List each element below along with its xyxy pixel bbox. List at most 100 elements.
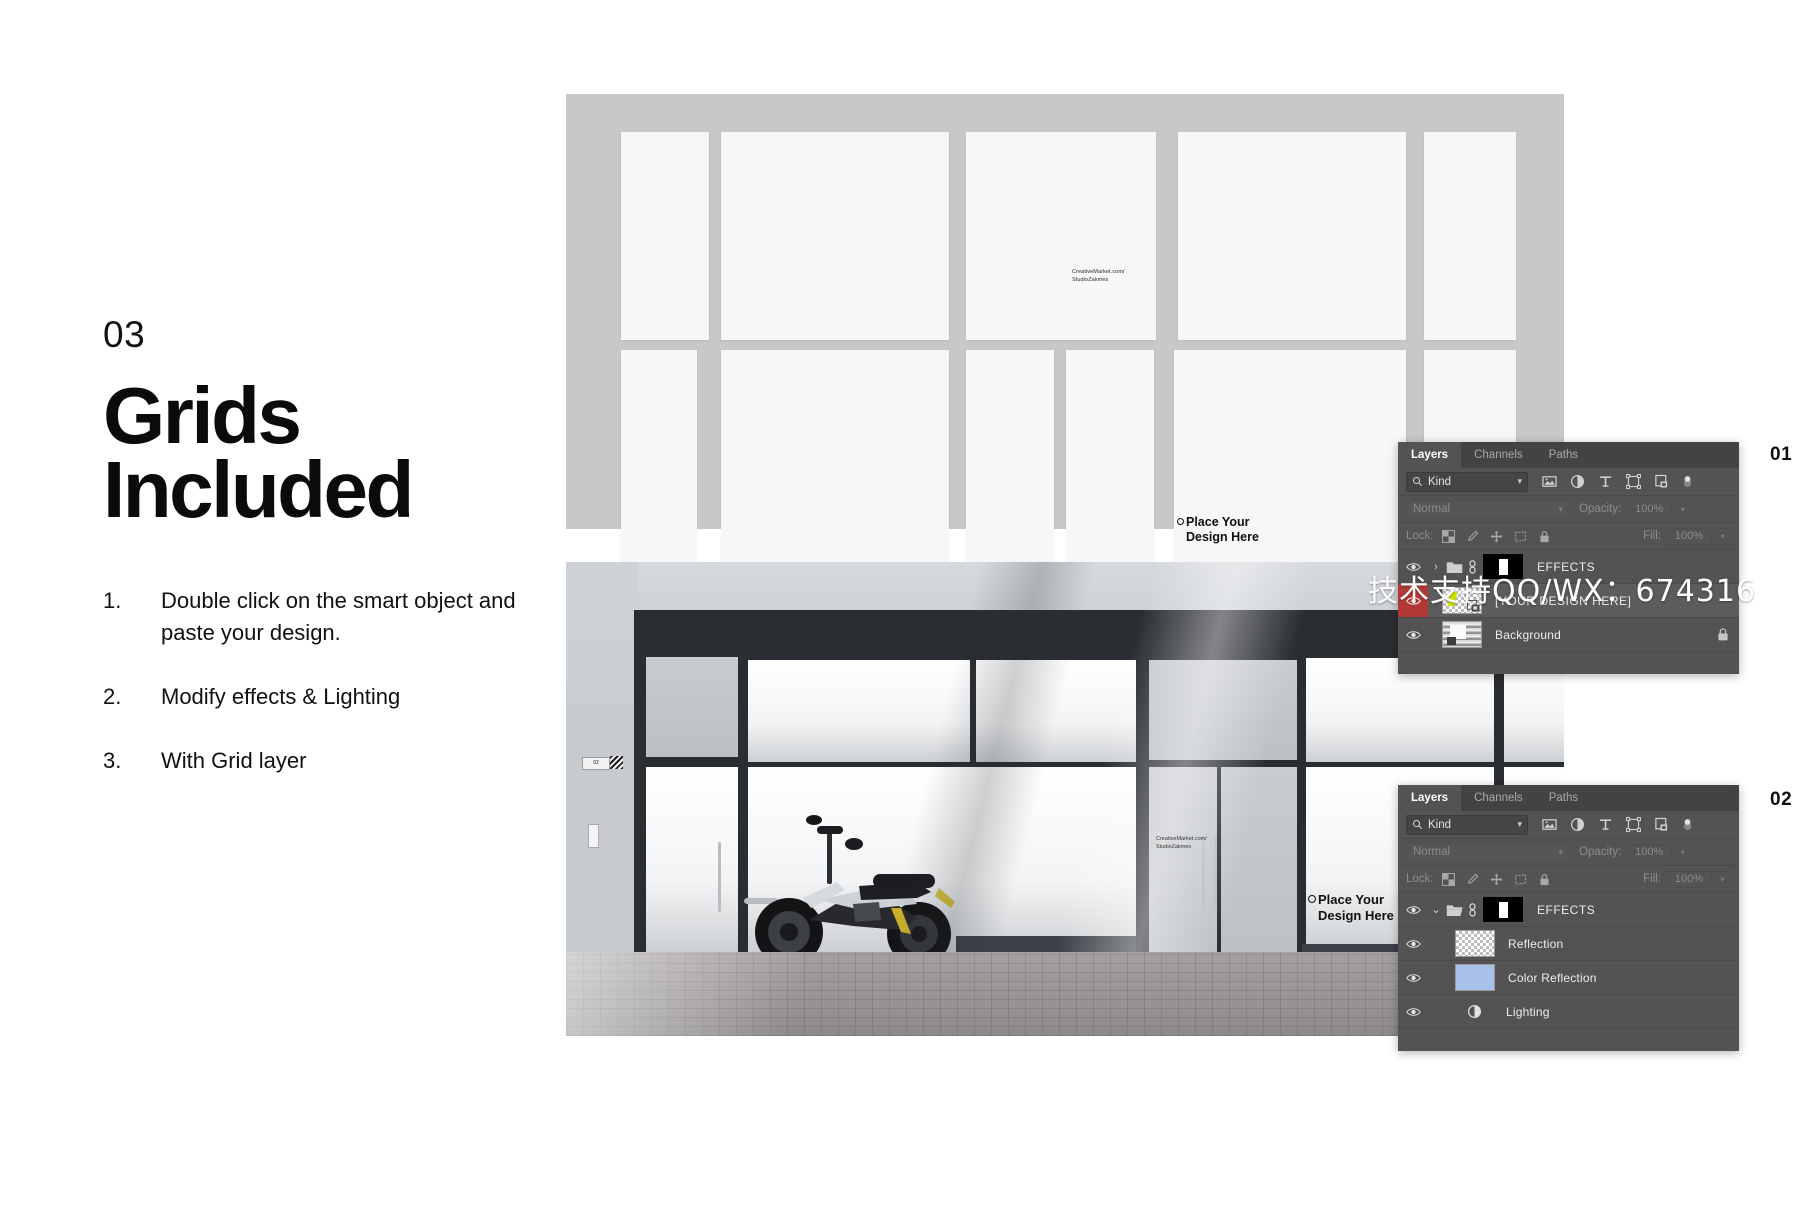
- lock-all-icon[interactable]: [1538, 873, 1551, 886]
- layer-thumbnail[interactable]: [1442, 587, 1482, 614]
- layers-panel-01[interactable]: Layers Channels Paths Kind ▾ Normal ▾ Op…: [1398, 442, 1739, 674]
- filter-toggle-switch[interactable]: [1682, 473, 1693, 490]
- opacity-input[interactable]: 100%: [1626, 843, 1673, 861]
- layer-name: Reflection: [1508, 936, 1564, 951]
- layer-thumbnail[interactable]: [1455, 964, 1495, 991]
- eye-icon: [1405, 562, 1421, 571]
- lock-icon-group: [1441, 529, 1551, 543]
- layer-name: Lighting: [1506, 1004, 1550, 1019]
- table-row[interactable]: Reflection: [1398, 927, 1739, 961]
- shape-filter-icon[interactable]: [1626, 474, 1641, 489]
- eye-icon: [1405, 973, 1421, 982]
- creative-market-credit: CreativeMarket.com/ StudioZakmes: [1156, 836, 1207, 851]
- layer-thumbnail[interactable]: [1442, 621, 1482, 648]
- opacity-input[interactable]: 100%: [1626, 500, 1673, 518]
- shape-filter-icon[interactable]: [1626, 817, 1641, 832]
- layer-mask-thumbnail[interactable]: [1483, 554, 1523, 579]
- list-item-number: 3.: [103, 747, 122, 773]
- tab-layers[interactable]: Layers: [1398, 442, 1462, 468]
- type-filter-icon[interactable]: [1598, 817, 1613, 832]
- table-row[interactable]: Lighting: [1398, 995, 1739, 1029]
- tab-channels[interactable]: Channels: [1461, 785, 1536, 811]
- layer-visibility-toggle[interactable]: [1398, 584, 1428, 617]
- link-mask-icon[interactable]: [1467, 902, 1478, 917]
- fill-input[interactable]: 100%: [1666, 527, 1712, 545]
- group-expand-chevron-right-icon[interactable]: ›: [1430, 561, 1442, 573]
- lock-artboard-nesting-icon[interactable]: [1514, 530, 1527, 543]
- fill-input[interactable]: 100%: [1666, 870, 1712, 888]
- adjustment-filter-icon[interactable]: [1570, 474, 1585, 489]
- layer-visibility-toggle[interactable]: [1398, 893, 1428, 926]
- layer-name: Background: [1495, 627, 1562, 642]
- transom-glass: [976, 660, 1136, 762]
- table-row[interactable]: › EFFECTS: [1398, 550, 1739, 584]
- filter-kind-label: Kind: [1428, 818, 1452, 831]
- lock-transparency-icon[interactable]: [1441, 872, 1455, 886]
- lock-position-icon[interactable]: [1490, 873, 1503, 886]
- filter-row: Kind ▾: [1398, 468, 1739, 496]
- filter-kind-select[interactable]: Kind ▾: [1406, 471, 1528, 492]
- chevron-down-icon: ▾: [1558, 846, 1563, 857]
- folder-open-icon: [1446, 904, 1463, 916]
- filter-kind-select[interactable]: Kind ▾: [1406, 814, 1528, 835]
- lock-label: Lock:: [1406, 873, 1434, 885]
- door-handle: [1214, 837, 1217, 907]
- lock-transparency-icon[interactable]: [1441, 529, 1455, 543]
- chevron-down-icon: ▾: [1558, 503, 1563, 514]
- search-icon: [1413, 477, 1423, 487]
- adjustment-filter-icon[interactable]: [1570, 817, 1585, 832]
- opacity-stepper-chevron-down-icon[interactable]: ▾: [1674, 843, 1692, 861]
- lock-icon-group: [1441, 872, 1551, 886]
- lock-all-icon[interactable]: [1538, 530, 1551, 543]
- blend-mode-select[interactable]: Normal ▾: [1406, 842, 1570, 862]
- tab-paths[interactable]: Paths: [1536, 442, 1591, 468]
- transom-glass: [748, 660, 970, 762]
- filter-toggle-switch[interactable]: [1682, 816, 1693, 833]
- pavement-light-patch: [566, 952, 896, 1036]
- chevron-down-icon: ▾: [1517, 476, 1522, 486]
- fill-stepper-chevron-down-icon[interactable]: ▾: [1714, 870, 1731, 888]
- layer-visibility-toggle[interactable]: [1398, 618, 1428, 651]
- lock-brush-icon[interactable]: [1466, 873, 1479, 886]
- tab-channels[interactable]: Channels: [1461, 442, 1536, 468]
- layer-visibility-toggle[interactable]: [1398, 550, 1428, 583]
- layer-mask-thumbnail[interactable]: [1483, 897, 1523, 922]
- smart-object-filter-icon[interactable]: [1654, 474, 1669, 489]
- layer-thumbnail[interactable]: [1455, 930, 1495, 957]
- layer-thumbnail[interactable]: [1455, 1004, 1493, 1019]
- image-filter-icon[interactable]: [1542, 474, 1557, 489]
- opacity-stepper-chevron-down-icon[interactable]: ▾: [1674, 500, 1692, 518]
- smart-object-filter-icon[interactable]: [1654, 817, 1669, 832]
- list-item: 1. Double click on the smart object and …: [103, 585, 573, 649]
- table-row[interactable]: Background: [1398, 618, 1739, 652]
- layer-visibility-toggle[interactable]: [1398, 961, 1428, 994]
- tab-layers[interactable]: Layers: [1398, 785, 1462, 811]
- folder-icon: [1446, 561, 1463, 573]
- table-row[interactable]: Color Reflection: [1398, 961, 1739, 995]
- blend-mode-select[interactable]: Normal ▾: [1406, 499, 1570, 519]
- grid-cell: [721, 350, 949, 576]
- tab-paths[interactable]: Paths: [1536, 785, 1591, 811]
- list-item: 2. Modify effects & Lighting: [103, 681, 573, 713]
- lock-row: Lock: Fill: 100% ▾: [1398, 866, 1739, 893]
- lock-brush-icon[interactable]: [1466, 530, 1479, 543]
- lock-position-icon[interactable]: [1490, 530, 1503, 543]
- creative-market-credit: CreativeMarket.com/ StudioZakmes: [1072, 269, 1125, 284]
- type-filter-icon[interactable]: [1598, 474, 1613, 489]
- lock-artboard-nesting-icon[interactable]: [1514, 873, 1527, 886]
- table-row[interactable]: [YOUR DESIGN HERE]: [1398, 584, 1739, 618]
- link-mask-icon[interactable]: [1467, 559, 1478, 574]
- grid-cell: [721, 132, 949, 340]
- group-collapse-chevron-down-icon[interactable]: ⌄: [1430, 903, 1442, 916]
- fill-stepper-chevron-down-icon[interactable]: ▾: [1714, 527, 1731, 545]
- image-filter-icon[interactable]: [1542, 817, 1557, 832]
- lock-label: Lock:: [1406, 530, 1434, 542]
- layer-visibility-toggle[interactable]: [1398, 927, 1428, 960]
- grid-cell: [966, 132, 1156, 340]
- page-title: Grids Included: [103, 376, 523, 529]
- list-item-text: Modify effects & Lighting: [161, 683, 401, 709]
- panel-tab-bar: Layers Channels Paths: [1398, 442, 1739, 468]
- layer-visibility-toggle[interactable]: [1398, 995, 1428, 1028]
- table-row[interactable]: ⌄ EFFECTS: [1398, 893, 1739, 927]
- layers-panel-02[interactable]: Layers Channels Paths Kind ▾ Normal ▾ Op…: [1398, 785, 1739, 1051]
